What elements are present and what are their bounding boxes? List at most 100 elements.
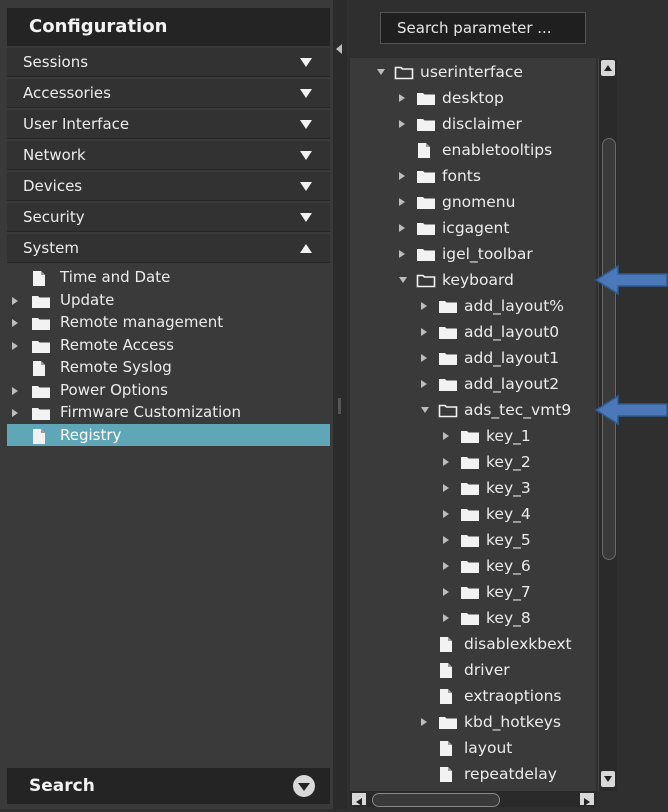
tree-node-layout[interactable]: layout (350, 735, 596, 761)
expand-arrow-icon[interactable] (399, 198, 405, 206)
tree-node-key-1[interactable]: key_1 (350, 423, 596, 449)
section-network[interactable]: Network (7, 141, 330, 170)
expand-arrow-icon[interactable] (421, 718, 427, 726)
expand-arrow-icon[interactable] (12, 409, 18, 417)
tree-node-add-layout0[interactable]: add_layout0 (350, 319, 596, 345)
tree-node-key-2[interactable]: key_2 (350, 449, 596, 475)
file-icon (440, 767, 452, 782)
folder-icon (439, 301, 457, 313)
tree-node-key-7[interactable]: key_7 (350, 579, 596, 605)
scroll-down-button[interactable] (601, 771, 615, 787)
tree-node-enabletooltips[interactable]: enabletooltips (350, 137, 596, 163)
expand-arrow-icon[interactable] (443, 484, 449, 492)
tree-node-key-8[interactable]: key_8 (350, 605, 596, 631)
expand-arrow-icon[interactable] (399, 94, 405, 102)
system-item-remote-syslog[interactable]: Remote Syslog (7, 356, 330, 379)
tree-node-keyboard[interactable]: keyboard (350, 267, 596, 293)
search-parameter-button[interactable]: Search parameter ... (380, 12, 586, 44)
expand-arrow-icon[interactable] (443, 536, 449, 544)
folder-icon (417, 223, 435, 235)
tree-node-label: add_layout0 (464, 323, 560, 341)
collapse-left-icon[interactable] (336, 44, 344, 54)
tree-node-igel-toolbar[interactable]: igel_toolbar (350, 241, 596, 267)
system-item-remote-management[interactable]: Remote management (7, 311, 330, 334)
expand-arrow-icon[interactable] (443, 562, 449, 570)
scroll-up-button[interactable] (601, 60, 615, 76)
tree-node-key-4[interactable]: key_4 (350, 501, 596, 527)
system-item-label: Update (60, 290, 115, 309)
tree-node-key-6[interactable]: key_6 (350, 553, 596, 579)
arrow-left-icon (594, 264, 668, 296)
tree-node-ads-tec-vmt9[interactable]: ads_tec_vmt9 (350, 397, 596, 423)
expand-arrow-icon[interactable] (399, 120, 405, 128)
triangle-down-icon (300, 182, 312, 191)
tree-node-add-layout-[interactable]: add_layout% (350, 293, 596, 319)
expand-arrow-icon[interactable] (12, 386, 18, 395)
collapse-arrow-icon[interactable] (421, 407, 429, 413)
splitter-grip[interactable] (338, 398, 341, 414)
expand-arrow-icon[interactable] (443, 588, 449, 596)
section-security[interactable]: Security (7, 203, 330, 232)
collapse-arrow-icon[interactable] (377, 69, 385, 75)
tree-node-icgagent[interactable]: icgagent (350, 215, 596, 241)
tree-node-userinterface[interactable]: userinterface (350, 59, 596, 85)
system-item-remote-access[interactable]: Remote Access (7, 334, 330, 357)
expand-arrow-icon[interactable] (399, 172, 405, 180)
expand-arrow-icon[interactable] (12, 341, 18, 350)
expand-arrow-icon[interactable] (399, 224, 405, 232)
system-item-firmware-customization[interactable]: Firmware Customization (7, 401, 330, 424)
expand-arrow-icon[interactable] (443, 458, 449, 466)
scroll-left-button[interactable] (352, 793, 366, 806)
tree-node-label: key_4 (486, 505, 531, 523)
tree-node-fonts[interactable]: fonts (350, 163, 596, 189)
tree-node-label: enabletooltips (442, 141, 553, 159)
section-label: Network (23, 146, 86, 164)
tree-node-disclaimer[interactable]: disclaimer (350, 111, 596, 137)
section-user-interface[interactable]: User Interface (7, 110, 330, 139)
expand-arrow-icon[interactable] (443, 614, 449, 622)
tree-node-desktop[interactable]: desktop (350, 85, 596, 111)
horizontal-scroll-thumb[interactable] (372, 793, 500, 807)
tree-node-add-layout2[interactable]: add_layout2 (350, 371, 596, 397)
chevron-down-circle-icon[interactable] (292, 774, 316, 798)
expand-arrow-icon[interactable] (399, 250, 405, 258)
tree-node-gnomenu[interactable]: gnomenu (350, 189, 596, 215)
tree-node-kbd-hotkeys[interactable]: kbd_hotkeys (350, 709, 596, 735)
tree-node-extraoptions[interactable]: extraoptions (350, 683, 596, 709)
collapse-arrow-icon[interactable] (399, 277, 407, 283)
configuration-header: Configuration (7, 8, 330, 46)
expand-arrow-icon[interactable] (12, 296, 18, 305)
tree-node-repeatdelay[interactable]: repeatdelay (350, 761, 596, 787)
section-system[interactable]: System (7, 234, 330, 263)
expand-arrow-icon[interactable] (421, 380, 427, 388)
search-section-bar[interactable]: Search (7, 768, 330, 804)
tree-node-add-layout1[interactable]: add_layout1 (350, 345, 596, 371)
tree-node-key-3[interactable]: key_3 (350, 475, 596, 501)
expand-arrow-icon[interactable] (443, 432, 449, 440)
file-icon (33, 361, 45, 376)
folder-icon (439, 717, 457, 729)
scroll-right-button[interactable] (580, 793, 594, 806)
expand-arrow-icon[interactable] (421, 302, 427, 310)
system-item-label: Time and Date (60, 268, 171, 286)
section-label: Devices (23, 177, 83, 195)
tree-node-key-5[interactable]: key_5 (350, 527, 596, 553)
file-icon (440, 663, 452, 678)
arrow-left-icon (594, 394, 668, 426)
system-item-power-options[interactable]: Power Options (7, 379, 330, 402)
section-devices[interactable]: Devices (7, 172, 330, 201)
expand-arrow-icon[interactable] (12, 319, 18, 327)
expand-arrow-icon[interactable] (421, 328, 427, 336)
section-accessories[interactable]: Accessories (7, 79, 330, 108)
system-item-registry[interactable]: Registry (7, 423, 330, 446)
tree-node-driver[interactable]: driver (350, 657, 596, 683)
tree-node-disablexkbext[interactable]: disablexkbext (350, 631, 596, 657)
horizontal-scrollbar[interactable] (350, 791, 596, 807)
system-item-update[interactable]: Update (7, 289, 330, 312)
expand-arrow-icon[interactable] (421, 354, 427, 362)
tree-node-label: key_7 (486, 583, 531, 601)
section-sessions[interactable]: Sessions (7, 48, 330, 77)
system-item-time-and-date[interactable]: Time and Date (7, 266, 330, 289)
vertical-scroll-thumb[interactable] (602, 138, 616, 560)
expand-arrow-icon[interactable] (443, 510, 449, 518)
